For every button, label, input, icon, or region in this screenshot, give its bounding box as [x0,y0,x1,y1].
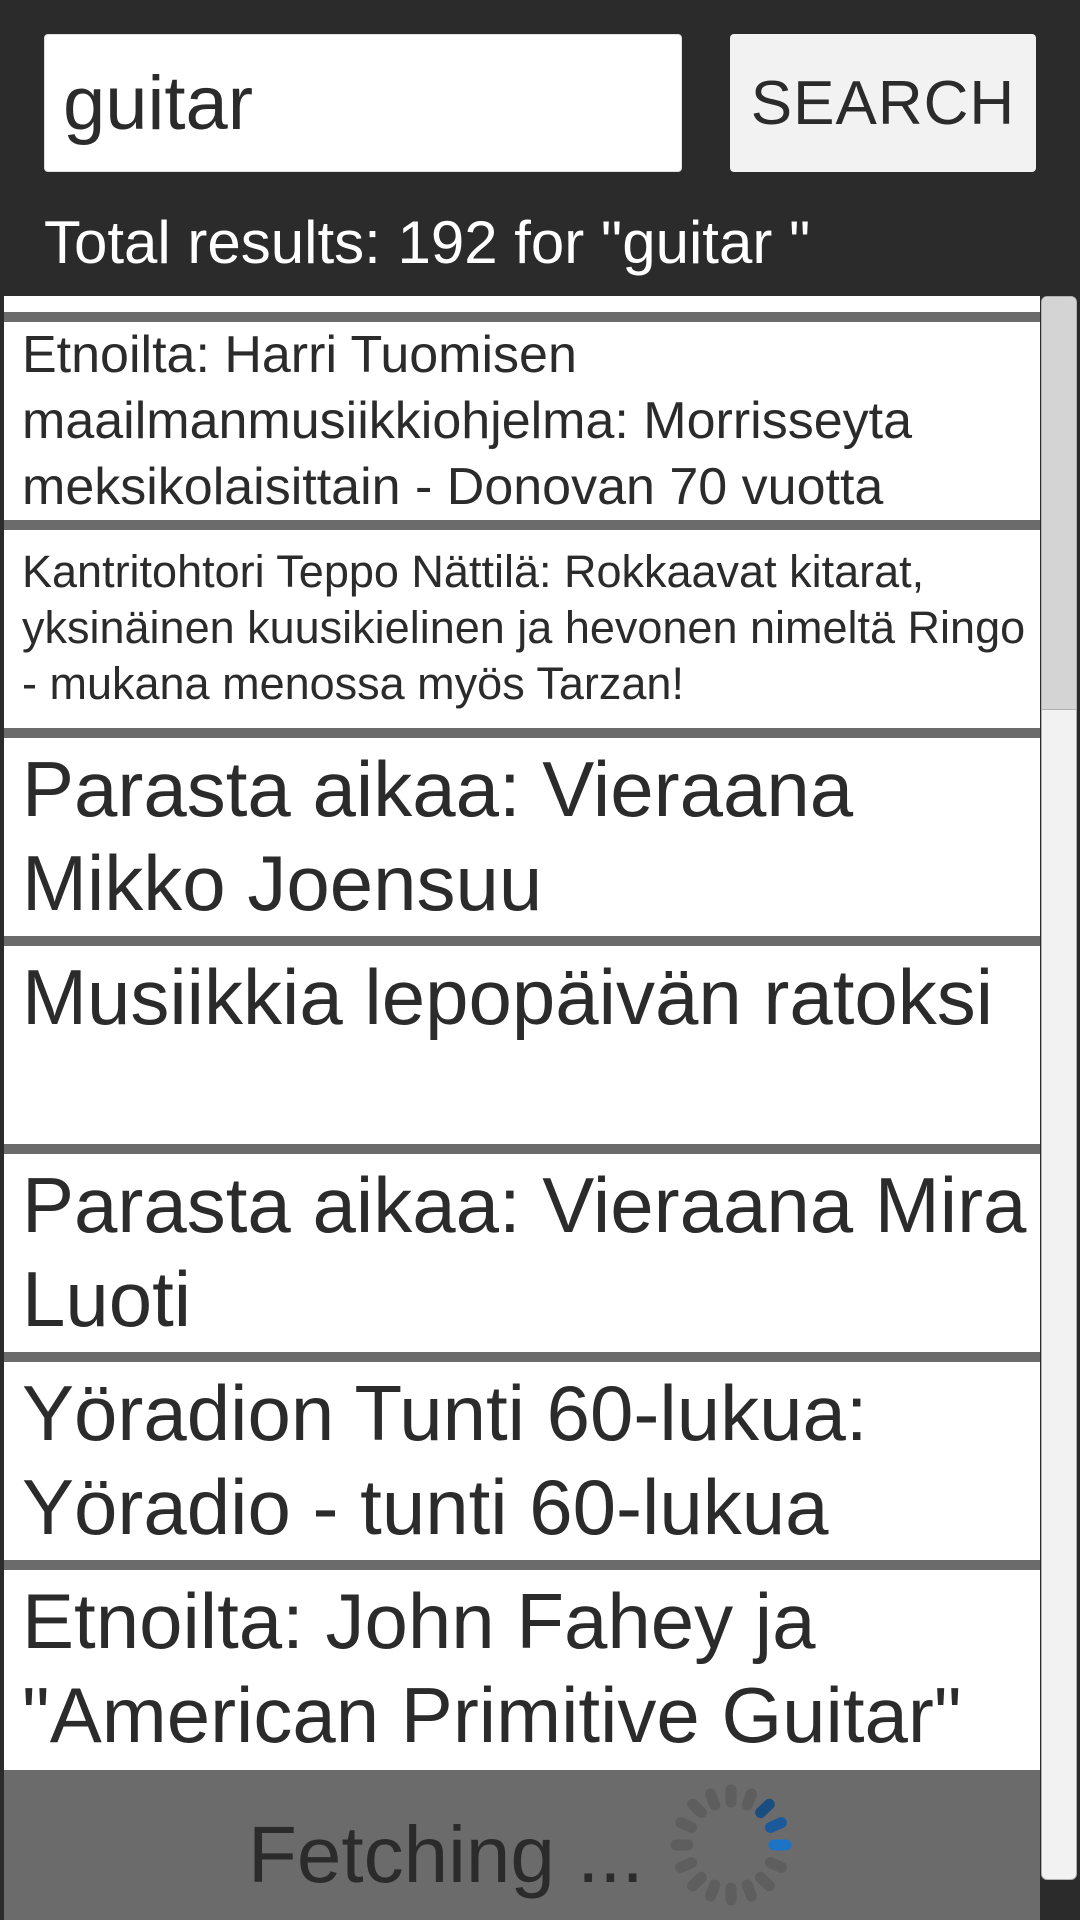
list-item-title: Kantritohtori Teppo Nättilä: Rokkaavat k… [22,546,1026,709]
list-item-title: Parasta aikaa: Vieraana Mikko Joensuu [22,745,854,927]
search-input[interactable] [44,34,682,172]
list-item-title: Etnoilta: Harri Tuomisen maailmanmusiikk… [22,326,913,516]
results-scrollbar[interactable] [1041,296,1077,1880]
scrollbar-thumb[interactable] [1042,297,1076,710]
list-item[interactable]: Parasta aikaa: Vieraana Mikko Joensuu [4,738,1040,936]
list-item[interactable]: Etnoilta: Harri Tuomisen maailmanmusiikk… [4,322,1040,520]
spinner-icon [670,1784,792,1906]
list-item-title: Etnoilta: John Fahey ja "American Primit… [22,1577,962,1759]
loading-bar: Fetching ... [4,1770,1040,1920]
search-header: SEARCH Total results: 192 for "guitar " [0,0,1080,296]
list-item[interactable]: Musiikkia lepopäivän ratoksi [4,946,1040,1144]
loading-label: Fetching ... [248,1810,644,1899]
list-item[interactable]: Kantritohtori Teppo Nättilä: Rokkaavat k… [4,530,1040,728]
list-item[interactable]: Yöradion Tunti 60-lukua: Yöradio - tunti… [4,1362,1040,1560]
search-button[interactable]: SEARCH [730,34,1036,172]
list-item[interactable]: Parasta aikaa: Vieraana Mira Luoti [4,1154,1040,1352]
list-item-title: Musiikkia lepopäivän ratoksi [22,953,994,1041]
list-item-title: Yöradion Tunti 60-lukua: Yöradio - tunti… [22,1369,868,1551]
total-results-label: Total results: 192 for "guitar " [44,209,811,276]
list-item-partial[interactable] [4,296,1040,312]
results-list[interactable]: Etnoilta: Harri Tuomisen maailmanmusiikk… [4,296,1040,1770]
list-item[interactable]: Etnoilta: John Fahey ja "American Primit… [4,1570,1040,1770]
list-item-title: Parasta aikaa: Vieraana Mira Luoti [22,1161,1027,1343]
